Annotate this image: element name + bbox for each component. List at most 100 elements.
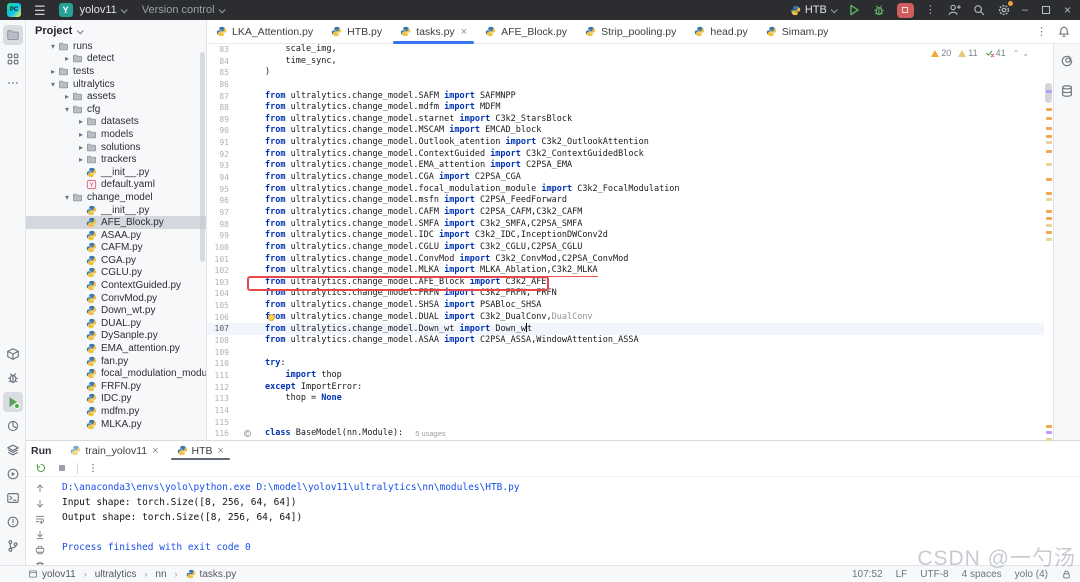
vcs-widget[interactable]: Version control — [142, 4, 224, 16]
tree-item-detect[interactable]: ▸detect — [26, 53, 206, 66]
tree-item-Down_wt.py[interactable]: Down_wt.py — [26, 304, 206, 317]
close-icon[interactable]: × — [218, 445, 224, 457]
tree-item-DySanple.py[interactable]: DySanple.py — [26, 330, 206, 343]
gutter[interactable] — [229, 312, 265, 324]
gutter[interactable] — [229, 44, 265, 56]
line-number[interactable]: 88 — [207, 102, 229, 114]
tree-chevron[interactable]: ▸ — [62, 54, 72, 63]
code-line-90[interactable]: 90from ultralytics.change_model.MSCAM im… — [207, 125, 1044, 137]
console-output[interactable]: D:\anaconda3\envs\yolo\python.exe D:\mod… — [53, 477, 1080, 565]
code-line-110[interactable]: 110try: — [207, 358, 1044, 370]
tree-item-trackers[interactable]: ▸trackers — [26, 153, 206, 166]
run-tab-HTB[interactable]: HTB× — [168, 441, 233, 460]
close-icon[interactable]: × — [152, 445, 158, 457]
code-line-98[interactable]: 98from ultralytics.change_model.SMFA imp… — [207, 219, 1044, 231]
gutter[interactable] — [229, 79, 265, 91]
code-line-84[interactable]: 84 time_sync, — [207, 56, 1044, 68]
stop-button[interactable] — [897, 3, 914, 18]
weak-warnings-count[interactable]: 11 — [958, 48, 977, 58]
line-number[interactable]: 87 — [207, 91, 229, 103]
arrow-down-icon[interactable] — [34, 498, 46, 510]
warnings-count[interactable]: 20 — [931, 48, 951, 58]
gutter[interactable] — [229, 219, 265, 231]
scroll-end-icon[interactable] — [34, 529, 46, 541]
tree-item-__init__.py[interactable]: __init__.py — [26, 166, 206, 179]
line-number[interactable]: 111 — [207, 370, 229, 382]
user-account-button[interactable] — [947, 3, 961, 17]
gutter[interactable] — [229, 137, 265, 149]
gutter[interactable] — [229, 393, 265, 405]
project-panel-header[interactable]: Project — [26, 20, 206, 40]
rerun-icon[interactable] — [35, 462, 47, 474]
status-item-107-52[interactable]: 107:52 — [852, 569, 883, 580]
tree-item-EMA_attention.py[interactable]: EMA_attention.py — [26, 342, 206, 355]
tree-item-fan.py[interactable]: fan.py — [26, 355, 206, 368]
code-line-99[interactable]: 99from ultralytics.change_model.IDC impo… — [207, 230, 1044, 242]
line-number[interactable]: 115 — [207, 417, 229, 429]
tree-chevron[interactable]: ▸ — [76, 143, 86, 152]
project-selector[interactable]: yolov11 — [80, 4, 126, 16]
tree-item-solutions[interactable]: ▸solutions — [26, 141, 206, 154]
code-line-91[interactable]: 91from ultralytics.change_model.Outlook_… — [207, 137, 1044, 149]
gutter[interactable] — [229, 417, 265, 429]
gutter[interactable] — [229, 56, 265, 68]
code-line-97[interactable]: 97from ultralytics.change_model.CAFM imp… — [207, 207, 1044, 219]
notifications-button[interactable] — [1057, 25, 1071, 39]
services-icon[interactable] — [3, 416, 23, 436]
code-line-96[interactable]: 96from ultralytics.change_model.msfn imp… — [207, 195, 1044, 207]
gutter[interactable] — [229, 405, 265, 417]
gutter[interactable] — [229, 91, 265, 103]
line-number[interactable]: 95 — [207, 184, 229, 196]
database-icon[interactable] — [1058, 82, 1076, 100]
gutter[interactable] — [229, 370, 265, 382]
line-number[interactable]: 101 — [207, 254, 229, 266]
gutter[interactable] — [229, 67, 265, 79]
line-number[interactable]: 90 — [207, 125, 229, 137]
line-number[interactable]: 91 — [207, 137, 229, 149]
line-number[interactable]: 105 — [207, 300, 229, 312]
tree-item-CGA.py[interactable]: CGA.py — [26, 254, 206, 267]
code-line-105[interactable]: 105from ultralytics.change_model.SHSA im… — [207, 300, 1044, 312]
more-vertical-icon[interactable]: ⋮ — [1036, 25, 1047, 38]
line-number[interactable]: 97 — [207, 207, 229, 219]
run-tab-train_yolov11[interactable]: train_yolov11× — [61, 441, 167, 460]
tree-item-MLKA.py[interactable]: MLKA.py — [26, 418, 206, 431]
editor-tab-AFE_Block.py[interactable]: AFE_Block.py — [476, 20, 576, 43]
line-number[interactable]: 110 — [207, 358, 229, 370]
breadcrumb-yolov11[interactable]: yolov11 — [28, 569, 76, 580]
tree-item-change_model[interactable]: ▾change_model — [26, 191, 206, 204]
code-line-85[interactable]: 85) — [207, 67, 1044, 79]
ai-assistant-icon[interactable] — [1058, 52, 1076, 70]
breadcrumb-tasks.py[interactable]: tasks.py — [186, 569, 237, 580]
code-line-86[interactable]: 86 — [207, 79, 1044, 91]
line-number[interactable]: 116 — [207, 428, 229, 440]
line-number[interactable]: 100 — [207, 242, 229, 254]
line-number[interactable]: 113 — [207, 393, 229, 405]
line-number[interactable]: 98 — [207, 219, 229, 231]
status-item-UTF-8[interactable]: UTF-8 — [920, 569, 948, 580]
tree-item-FRFN.py[interactable]: FRFN.py — [26, 380, 206, 393]
gutter[interactable] — [229, 254, 265, 266]
tree-item-datasets[interactable]: ▸datasets — [26, 116, 206, 129]
gutter[interactable] — [229, 160, 265, 172]
line-number[interactable]: 85 — [207, 67, 229, 79]
tree-item-ContextGuided.py[interactable]: ContextGuided.py — [26, 279, 206, 292]
gutter[interactable] — [229, 102, 265, 114]
more-horizontal-icon[interactable] — [3, 73, 23, 93]
breadcrumb-ultralytics[interactable]: ultralytics — [95, 569, 137, 580]
arrow-up-icon[interactable] — [34, 482, 46, 494]
code-line-109[interactable]: 109 — [207, 347, 1044, 359]
line-number[interactable]: 104 — [207, 288, 229, 300]
gutter[interactable] — [229, 230, 265, 242]
code-line-115[interactable]: 115 — [207, 417, 1044, 429]
tree-chevron[interactable]: ▾ — [48, 80, 58, 89]
status-item-4-spaces[interactable]: 4 spaces — [962, 569, 1002, 580]
packages-icon[interactable] — [3, 344, 23, 364]
code-line-101[interactable]: 101from ultralytics.change_model.ConvMod… — [207, 254, 1044, 266]
inspections-widget[interactable]: 20 11 41 ⌃⌄ — [927, 47, 1036, 59]
code-line-100[interactable]: 100from ultralytics.change_model.CGLU im… — [207, 242, 1044, 254]
gutter[interactable] — [229, 172, 265, 184]
maximize-button[interactable] — [1039, 3, 1053, 17]
tree-item-tests[interactable]: ▸tests — [26, 65, 206, 78]
folder-icon[interactable] — [3, 25, 23, 45]
